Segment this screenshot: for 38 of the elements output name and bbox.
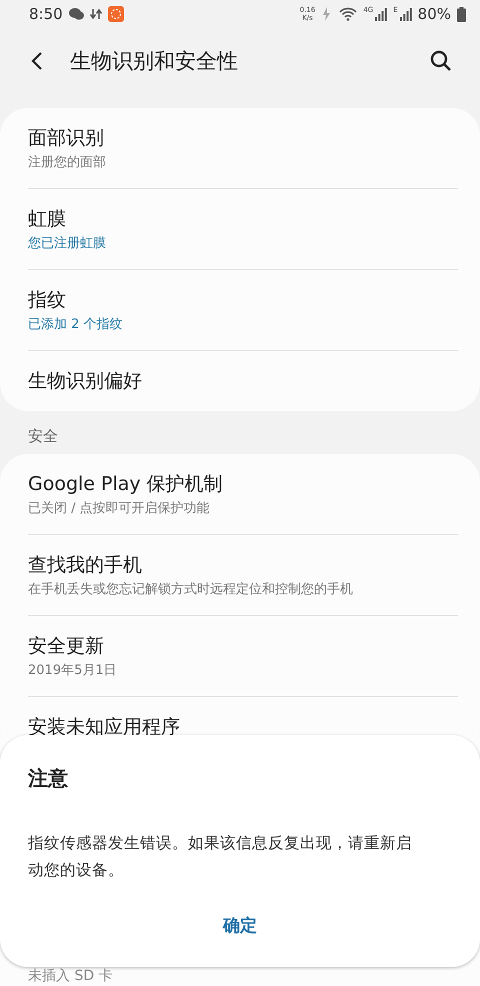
battery-icon [457,6,466,22]
confirm-button[interactable]: 确定 [209,906,271,945]
settings-item[interactable]: 查找我的手机 在手机丢失或您忘记解锁方式时远程定位和控制您的手机 [28,535,458,616]
settings-item[interactable]: 安全更新 2019年5月1日 [28,616,458,697]
chevron-left-icon [30,51,44,71]
item-title: 指纹 [28,288,67,312]
dialog-title: 注意 [28,765,69,792]
wifi-icon [339,7,358,21]
settings-item[interactable]: 面部识别 注册您的面部 [28,108,458,189]
settings-item[interactable]: Google Play 保护机制 已关闭 / 点按即可开启保护功能 [28,454,458,535]
settings-item[interactable]: 生物识别偏好 [28,351,458,411]
section-header: 安全 [27,426,59,447]
item-title: 虹膜 [28,206,67,232]
signal-icon [375,8,388,20]
item-title: 安全更新 [28,634,105,658]
item-subtitle: 2019年5月1日 [28,662,118,680]
settings-item[interactable]: 指纹 已添加 2 个指纹 [28,270,458,351]
item-title: 生物识别偏好 [28,369,143,394]
item-subtitle: 未插入 SD 卡 [27,968,113,986]
item-title: 面部识别 [28,126,105,150]
dialog-message: 指纹传感器发生错误。如果该信息反复出现，请重新启动您的设备。 [28,833,413,881]
item-title: 安装未知应用程序 [28,715,181,740]
signal-icon [400,8,412,20]
page-title: 生物识别和安全性 [70,48,239,75]
item-subtitle: 已关闭 / 点按即可开启保护功能 [28,500,211,518]
app-icon [108,6,124,22]
item-title: 查找我的手机 [28,552,143,578]
data-transfer-icon [90,8,102,20]
battery-level: 80% [418,5,451,23]
chat-icon [68,8,84,20]
item-subtitle: 注册您的面部 [28,154,107,172]
clock: 8:50 [29,5,63,23]
item-subtitle: 已添加 2 个指纹 [28,316,124,334]
item-subtitle: 在手机丢失或您忘记解锁方式时远程定位和控制您的手机 [28,580,354,598]
item-subtitle: 您已注册虹膜 [28,234,107,252]
item-title: Google Play 保护机制 [28,472,224,496]
settings-item[interactable]: 虹膜 您已注册虹膜 [28,189,458,270]
search-icon [430,50,452,72]
